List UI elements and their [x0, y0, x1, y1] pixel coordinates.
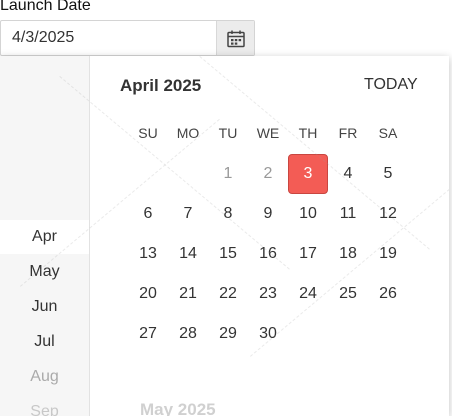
calendar-icon	[227, 30, 245, 48]
calendar-day[interactable]: 27	[128, 314, 168, 354]
calendar-day[interactable]: 25	[328, 274, 368, 314]
calendar-day[interactable]: 6	[128, 194, 168, 234]
month-item-jun[interactable]: Jun	[0, 290, 89, 324]
calendar-day[interactable]: 10	[288, 194, 328, 234]
calendar-day[interactable]: 15	[208, 234, 248, 274]
calendar-day[interactable]: 18	[328, 234, 368, 274]
calendar-day[interactable]: 2	[248, 154, 288, 194]
calendar-day[interactable]: 11	[328, 194, 368, 234]
calendar-day[interactable]: 17	[288, 234, 328, 274]
month-item-apr[interactable]: Apr	[0, 220, 89, 254]
calendar-toggle-button[interactable]	[216, 21, 254, 55]
calendar-day[interactable]: 1	[208, 154, 248, 194]
weekday-header: WE	[256, 125, 280, 141]
next-month-title: May 2025	[140, 400, 216, 416]
weekday-header: TH	[298, 125, 318, 141]
month-item-jul[interactable]: Jul	[0, 325, 89, 359]
weekday-header: SA	[378, 125, 398, 141]
today-button[interactable]: TODAY	[364, 76, 418, 94]
calendar-day[interactable]: 30	[248, 314, 288, 354]
calendar-day[interactable]: 7	[168, 194, 208, 234]
date-input-value[interactable]: 4/3/2025	[12, 29, 74, 47]
weekday-header: TU	[218, 125, 238, 141]
calendar-day[interactable]: 28	[168, 314, 208, 354]
calendar-day[interactable]: 22	[208, 274, 248, 314]
calendar-day[interactable]: 29	[208, 314, 248, 354]
calendar-day[interactable]: 5	[368, 154, 408, 194]
calendar-month-title: April 2025	[120, 76, 202, 95]
calendar-day[interactable]: 26	[368, 274, 408, 314]
calendar-day[interactable]: 4	[328, 154, 368, 194]
calendar-day[interactable]: 13	[128, 234, 168, 274]
month-item-may[interactable]: May	[0, 255, 89, 289]
calendar-day[interactable]: 23	[248, 274, 288, 314]
month-item-sep[interactable]: Sep	[0, 395, 89, 416]
date-input[interactable]: 4/3/2025	[0, 20, 255, 56]
calendar-day[interactable]: 20	[128, 274, 168, 314]
calendar-popup: Apr May Jun Jul Aug Sep April 2025 TODAY…	[0, 56, 449, 416]
calendar-day[interactable]: 14	[168, 234, 208, 274]
calendar-day[interactable]: 9	[248, 194, 288, 234]
calendar-day[interactable]: 21	[168, 274, 208, 314]
field-label: Launch Date	[0, 0, 91, 14]
month-list[interactable]: Apr May Jun Jul Aug Sep	[0, 56, 90, 416]
month-item-aug[interactable]: Aug	[0, 360, 89, 394]
weekday-header: FR	[338, 125, 358, 141]
